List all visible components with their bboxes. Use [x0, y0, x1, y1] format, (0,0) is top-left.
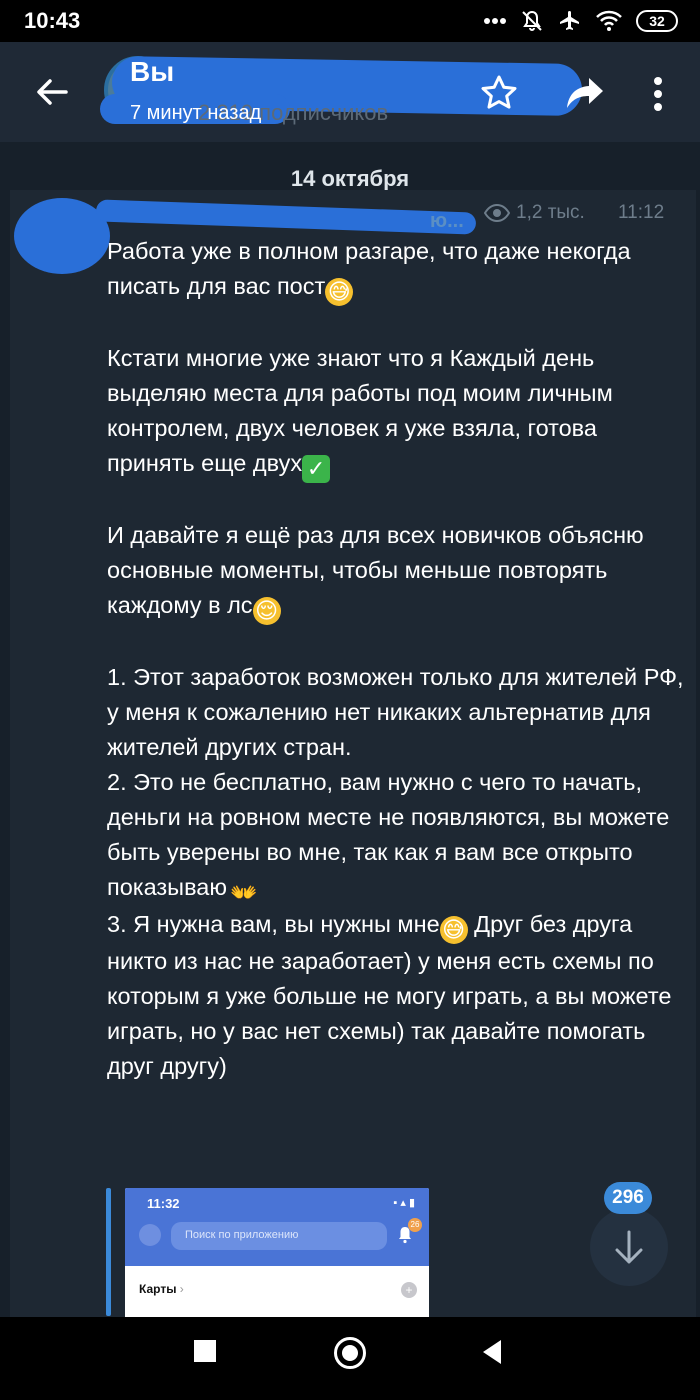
post-paragraph: 2. Это не бесплатно, вам нужно с чего то… [107, 769, 676, 900]
preview-system-icons: ▪ ▴ ▮ [393, 1197, 415, 1209]
preview-search-field: Поиск по приложению [171, 1222, 387, 1250]
post-author-name[interactable]: ю... [430, 210, 464, 233]
arrow-down-icon [615, 1230, 643, 1264]
preview-cards-label: Карты › [139, 1282, 184, 1296]
unread-count-badge[interactable]: 296 [604, 1182, 652, 1214]
star-icon[interactable] [480, 74, 518, 112]
open-hands-emoji-icon: 👐 [230, 880, 258, 905]
back-arrow-icon[interactable] [32, 72, 72, 112]
header-subtitle: 7 минут назад [130, 102, 262, 124]
preview-time: 11:32 [147, 1196, 180, 1211]
preview-plus-icon: + [401, 1282, 417, 1298]
attached-screenshot[interactable]: 11:32 ▪ ▴ ▮ Поиск по приложению 26 Карты… [125, 1188, 429, 1317]
sweat-smile-emoji-icon: 😅 [439, 916, 468, 944]
date-separator: 14 октября [290, 166, 410, 191]
scroll-down-button[interactable] [590, 1208, 668, 1286]
airplane-icon [560, 11, 579, 30]
relieved-face-emoji-icon: 😌 [252, 597, 281, 625]
header-title[interactable]: Вы [130, 56, 174, 88]
post-paragraph: И давайте я ещё раз для всех новичков об… [107, 522, 651, 618]
post-paragraph: 1. Этот заработок возможен только для жи… [107, 664, 691, 760]
views-count: 1,2 тыс. [516, 202, 585, 223]
system-navigation-bar [0, 1317, 700, 1400]
check-mark-emoji-icon: ✓ [302, 455, 331, 483]
eye-icon [484, 204, 510, 222]
preview-app-header: 11:32 ▪ ▴ ▮ Поиск по приложению 26 [125, 1188, 429, 1266]
preview-cards-text: Карты [139, 1282, 177, 1296]
post-text: Работа уже в полном разгаре, что даже не… [107, 234, 687, 1084]
more-vertical-icon[interactable] [648, 76, 668, 112]
chat-header: 2 319 подписчиков Вы 7 минут назад [0, 42, 700, 142]
redaction-mark [95, 199, 477, 235]
preview-notification-badge: 26 [408, 1218, 422, 1232]
preview-chevron-icon: › [179, 1282, 184, 1296]
wifi-icon [596, 10, 622, 31]
mute-bell-icon [522, 10, 542, 31]
system-back-icon[interactable] [482, 1339, 502, 1365]
status-bar: 10:43 32 [0, 0, 700, 42]
post-time: 11:12 [618, 202, 665, 223]
post-views: 1,2 тыс. [484, 202, 585, 224]
preview-user-icon [139, 1224, 161, 1246]
chat-area[interactable]: 14 октября ю... 1,2 тыс. 11:12 Работа уж… [0, 142, 700, 1317]
sweat-smile-emoji-icon: 😅 [325, 278, 354, 306]
status-time: 10:43 [24, 8, 81, 33]
status-icons: 32 [484, 9, 678, 33]
media-accent-line [106, 1188, 111, 1316]
share-icon[interactable] [564, 72, 606, 112]
post-paragraph: 3. Я нужна вам, вы нужны мне [107, 911, 440, 937]
more-dots-icon [484, 18, 506, 24]
message-bubble[interactable]: ю... 1,2 тыс. 11:12 Работа уже в полном … [10, 190, 696, 1317]
battery-level: 32 [649, 13, 665, 29]
battery-icon: 32 [636, 10, 678, 32]
recent-apps-button[interactable] [194, 1340, 216, 1362]
post-paragraph: Работа уже в полном разгаре, что даже не… [107, 238, 638, 299]
post-paragraph: Кстати многие уже знают что я Каждый ден… [107, 345, 620, 476]
home-button[interactable] [334, 1337, 366, 1369]
